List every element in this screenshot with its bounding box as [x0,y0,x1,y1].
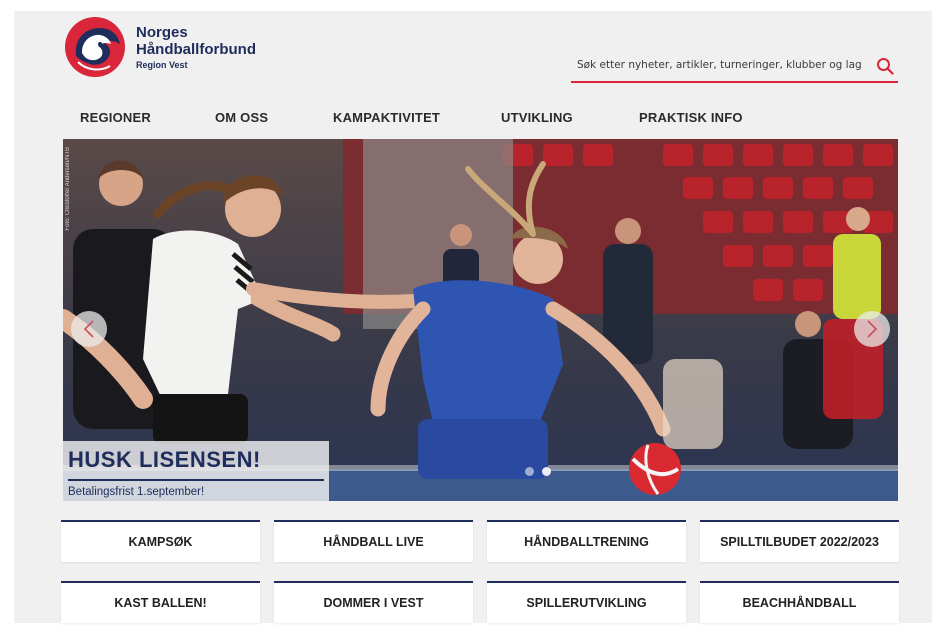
page-container: Norges Håndballforbund Region Vest REGIO… [14,11,932,623]
logo-line-handballforbund: Håndballforbund [136,40,256,58]
tile-kast-ballen[interactable]: KAST BALLEN! [61,581,260,623]
nav-item-utvikling[interactable]: UTVIKLING [501,110,573,125]
hero-title: HUSK LISENSEN! [68,447,261,472]
tile-spillerutvikling[interactable]: SPILLERUTVIKLING [487,581,686,623]
tile-spilltilbudet[interactable]: SPILLTILBUDET 2022/2023 [700,520,899,562]
nav-item-kampaktivitet[interactable]: KAMPAKTIVITET [333,110,440,125]
logo-line-norges: Norges [136,23,188,41]
carousel-indicators [525,467,551,476]
logo-line-region: Region Vest [136,60,188,71]
search-input[interactable] [577,55,867,75]
tile-handball-live[interactable]: HÅNDBALL LIVE [274,520,473,562]
hero-carousel: Foto: Christoffer Andersen/NTB HUSK LISE… [63,139,898,501]
caption-divider [68,479,324,481]
carousel-next-button[interactable] [854,311,890,347]
site-logo[interactable]: Norges Håndballforbund Region Vest [64,16,256,78]
carousel-dot-2[interactable] [542,467,551,476]
hero-subtitle: Betalingsfrist 1.september! [68,486,205,498]
carousel-dot-1[interactable] [525,467,534,476]
search-bar [571,51,898,83]
chevron-right-icon [867,320,878,338]
nhf-lion-logo-icon [65,17,125,77]
nav-item-om-oss[interactable]: OM OSS [215,110,268,125]
tile-beachhandball[interactable]: BEACHHÅNDBALL [700,581,899,623]
photo-credit: Foto: Christoffer Andersen/NTB [65,147,71,231]
nav-item-regioner[interactable]: REGIONER [80,110,151,125]
chevron-left-icon [83,320,94,338]
hero-caption[interactable]: HUSK LISENSEN! Betalingsfrist 1.septembe… [63,441,329,501]
tile-kampsok[interactable]: KAMPSØK [61,520,260,562]
carousel-prev-button[interactable] [71,311,107,347]
tile-handballtrening[interactable]: HÅNDBALLTRENING [487,520,686,562]
main-nav: REGIONER OM OSS KAMPAKTIVITET UTVIKLING … [14,104,898,130]
search-icon[interactable] [876,57,894,75]
nav-item-praktisk-info[interactable]: PRAKTISK INFO [639,110,743,125]
logo-text: Norges Håndballforbund Region Vest [136,24,256,71]
tile-dommer-i-vest[interactable]: DOMMER I VEST [274,581,473,623]
